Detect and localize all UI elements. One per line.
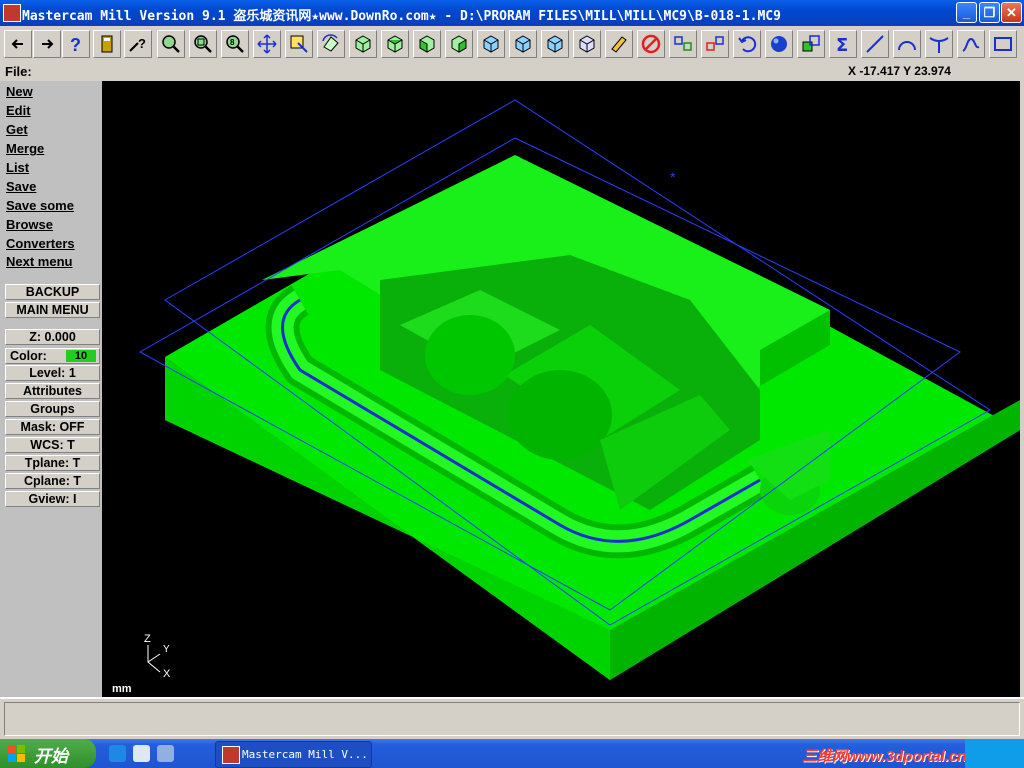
transform-2-icon[interactable] [701, 30, 729, 58]
eraser-icon[interactable] [605, 30, 633, 58]
what-is-icon[interactable]: ? [124, 30, 152, 58]
transform-1-icon[interactable] [669, 30, 697, 58]
svg-text:?: ? [70, 35, 81, 55]
units-label: mm [112, 683, 132, 695]
view-front-icon[interactable] [413, 30, 441, 58]
menu-item-converters[interactable]: Converters [6, 236, 75, 251]
undo-icon[interactable] [733, 30, 761, 58]
help-icon[interactable]: ? [62, 30, 90, 58]
view-cube-2-icon[interactable] [509, 30, 537, 58]
graphics-viewport[interactable]: * Z Y X mm [102, 81, 1020, 697]
view-cube-1-icon[interactable] [477, 30, 505, 58]
axis-z-label: Z [144, 633, 151, 645]
view-cube-3-icon[interactable] [541, 30, 569, 58]
fillet-icon[interactable] [925, 30, 953, 58]
menu-item-list[interactable]: List [6, 160, 29, 175]
no-delete-icon[interactable] [637, 30, 665, 58]
view-top-icon[interactable] [381, 30, 409, 58]
cplane-button[interactable]: Cplane: T [5, 473, 100, 489]
window-title: Mastercam Mill Version 9.1 盗乐城资讯网★www.Do… [22, 9, 781, 24]
back-arrow-icon[interactable] [4, 30, 32, 58]
svg-text:?: ? [138, 36, 146, 51]
view-side-icon[interactable] [445, 30, 473, 58]
svg-text:Σ: Σ [836, 35, 848, 55]
rotate-view-icon[interactable] [317, 30, 345, 58]
groups-button[interactable]: Groups [5, 401, 100, 417]
color-swatch: 10 [66, 350, 96, 362]
start-label: 开始 [34, 747, 68, 766]
axis-y-label: Y [163, 644, 170, 655]
menu-item-edit[interactable]: Edit [6, 103, 31, 118]
gview-button[interactable]: Gview: I [5, 491, 100, 507]
z-depth-button[interactable]: Z: 0.000 [5, 329, 100, 345]
rectangle-icon[interactable] [989, 30, 1017, 58]
shade-sphere-icon[interactable] [765, 30, 793, 58]
svg-text:*: * [670, 169, 676, 185]
cursor-coordinates: X -17.417 Y 23.974 [848, 64, 951, 78]
menu-item-save[interactable]: Save [6, 179, 36, 194]
wcs-button[interactable]: WCS: T [5, 437, 100, 453]
main-menu-button[interactable]: MAIN MENU [5, 302, 100, 318]
spline-icon[interactable] [957, 30, 985, 58]
calculator-icon[interactable] [93, 30, 121, 58]
internet-explorer-icon[interactable] [109, 745, 126, 762]
menu-item-new[interactable]: New [6, 84, 33, 99]
status-line: File: X -17.417 Y 23.974 [0, 62, 1024, 80]
mastercam-task-icon [222, 746, 240, 764]
view-iso-icon[interactable] [349, 30, 377, 58]
taskbar: 开始 Mastercam Mill V... 三维网www.3dportal.c… [0, 739, 1024, 768]
start-button[interactable]: 开始 [0, 739, 96, 768]
minimize-button[interactable]: _ [956, 2, 977, 23]
pan-icon[interactable] [253, 30, 281, 58]
menu-item-get[interactable]: Get [6, 122, 28, 137]
menu-item-browse[interactable]: Browse [6, 217, 53, 232]
svg-text:8: 8 [230, 38, 235, 47]
menu-item-next-menu[interactable]: Next menu [6, 254, 72, 269]
sum-icon[interactable]: Σ [829, 30, 857, 58]
maximize-button[interactable]: ❐ [979, 2, 1000, 23]
prompt-box[interactable] [4, 702, 1020, 736]
zoom-extents-icon[interactable]: 8 [221, 30, 249, 58]
file-menu-panel: New Edit Get Merge List Save Save some B… [0, 81, 102, 697]
zoom-in-icon[interactable] [157, 30, 185, 58]
backup-button[interactable]: BACKUP [5, 284, 100, 300]
menu-item-merge[interactable]: Merge [6, 141, 44, 156]
select-icon[interactable] [285, 30, 313, 58]
menu-title: File: [5, 64, 32, 79]
close-button[interactable]: ✕ [1001, 2, 1022, 23]
tplane-button[interactable]: Tplane: T [5, 455, 100, 471]
transform-3-icon[interactable] [797, 30, 825, 58]
title-bar[interactable]: Mastercam Mill Version 9.1 盗乐城资讯网★www.Do… [0, 0, 1024, 26]
prompt-area [0, 697, 1024, 741]
menu-item-save-some[interactable]: Save some [6, 198, 74, 213]
mask-button[interactable]: Mask: OFF [5, 419, 100, 435]
watermark: 三维网www.3dportal.cn [802, 748, 967, 765]
taskbar-item-label: Mastercam Mill V... [242, 748, 368, 761]
color-button[interactable]: Color: 10 [5, 348, 100, 364]
show-desktop-icon[interactable] [157, 745, 174, 762]
zoom-window-icon[interactable] [189, 30, 217, 58]
mastercam-app-icon[interactable] [3, 4, 21, 22]
line-icon[interactable] [861, 30, 889, 58]
taskbar-item-mastercam[interactable]: Mastercam Mill V... [215, 741, 372, 768]
arc-icon[interactable] [893, 30, 921, 58]
system-tray[interactable] [965, 739, 1024, 768]
axis-x-label: X [163, 668, 171, 680]
forward-arrow-icon[interactable] [33, 30, 61, 58]
view-cube-4-icon[interactable] [573, 30, 601, 58]
windows-logo-icon [8, 745, 25, 762]
quick-launch-icon[interactable] [133, 745, 150, 762]
attributes-button[interactable]: Attributes [5, 383, 100, 399]
level-button[interactable]: Level: 1 [5, 365, 100, 381]
part-model: * Z Y X [138, 99, 1020, 680]
color-label: Color: [10, 349, 47, 363]
